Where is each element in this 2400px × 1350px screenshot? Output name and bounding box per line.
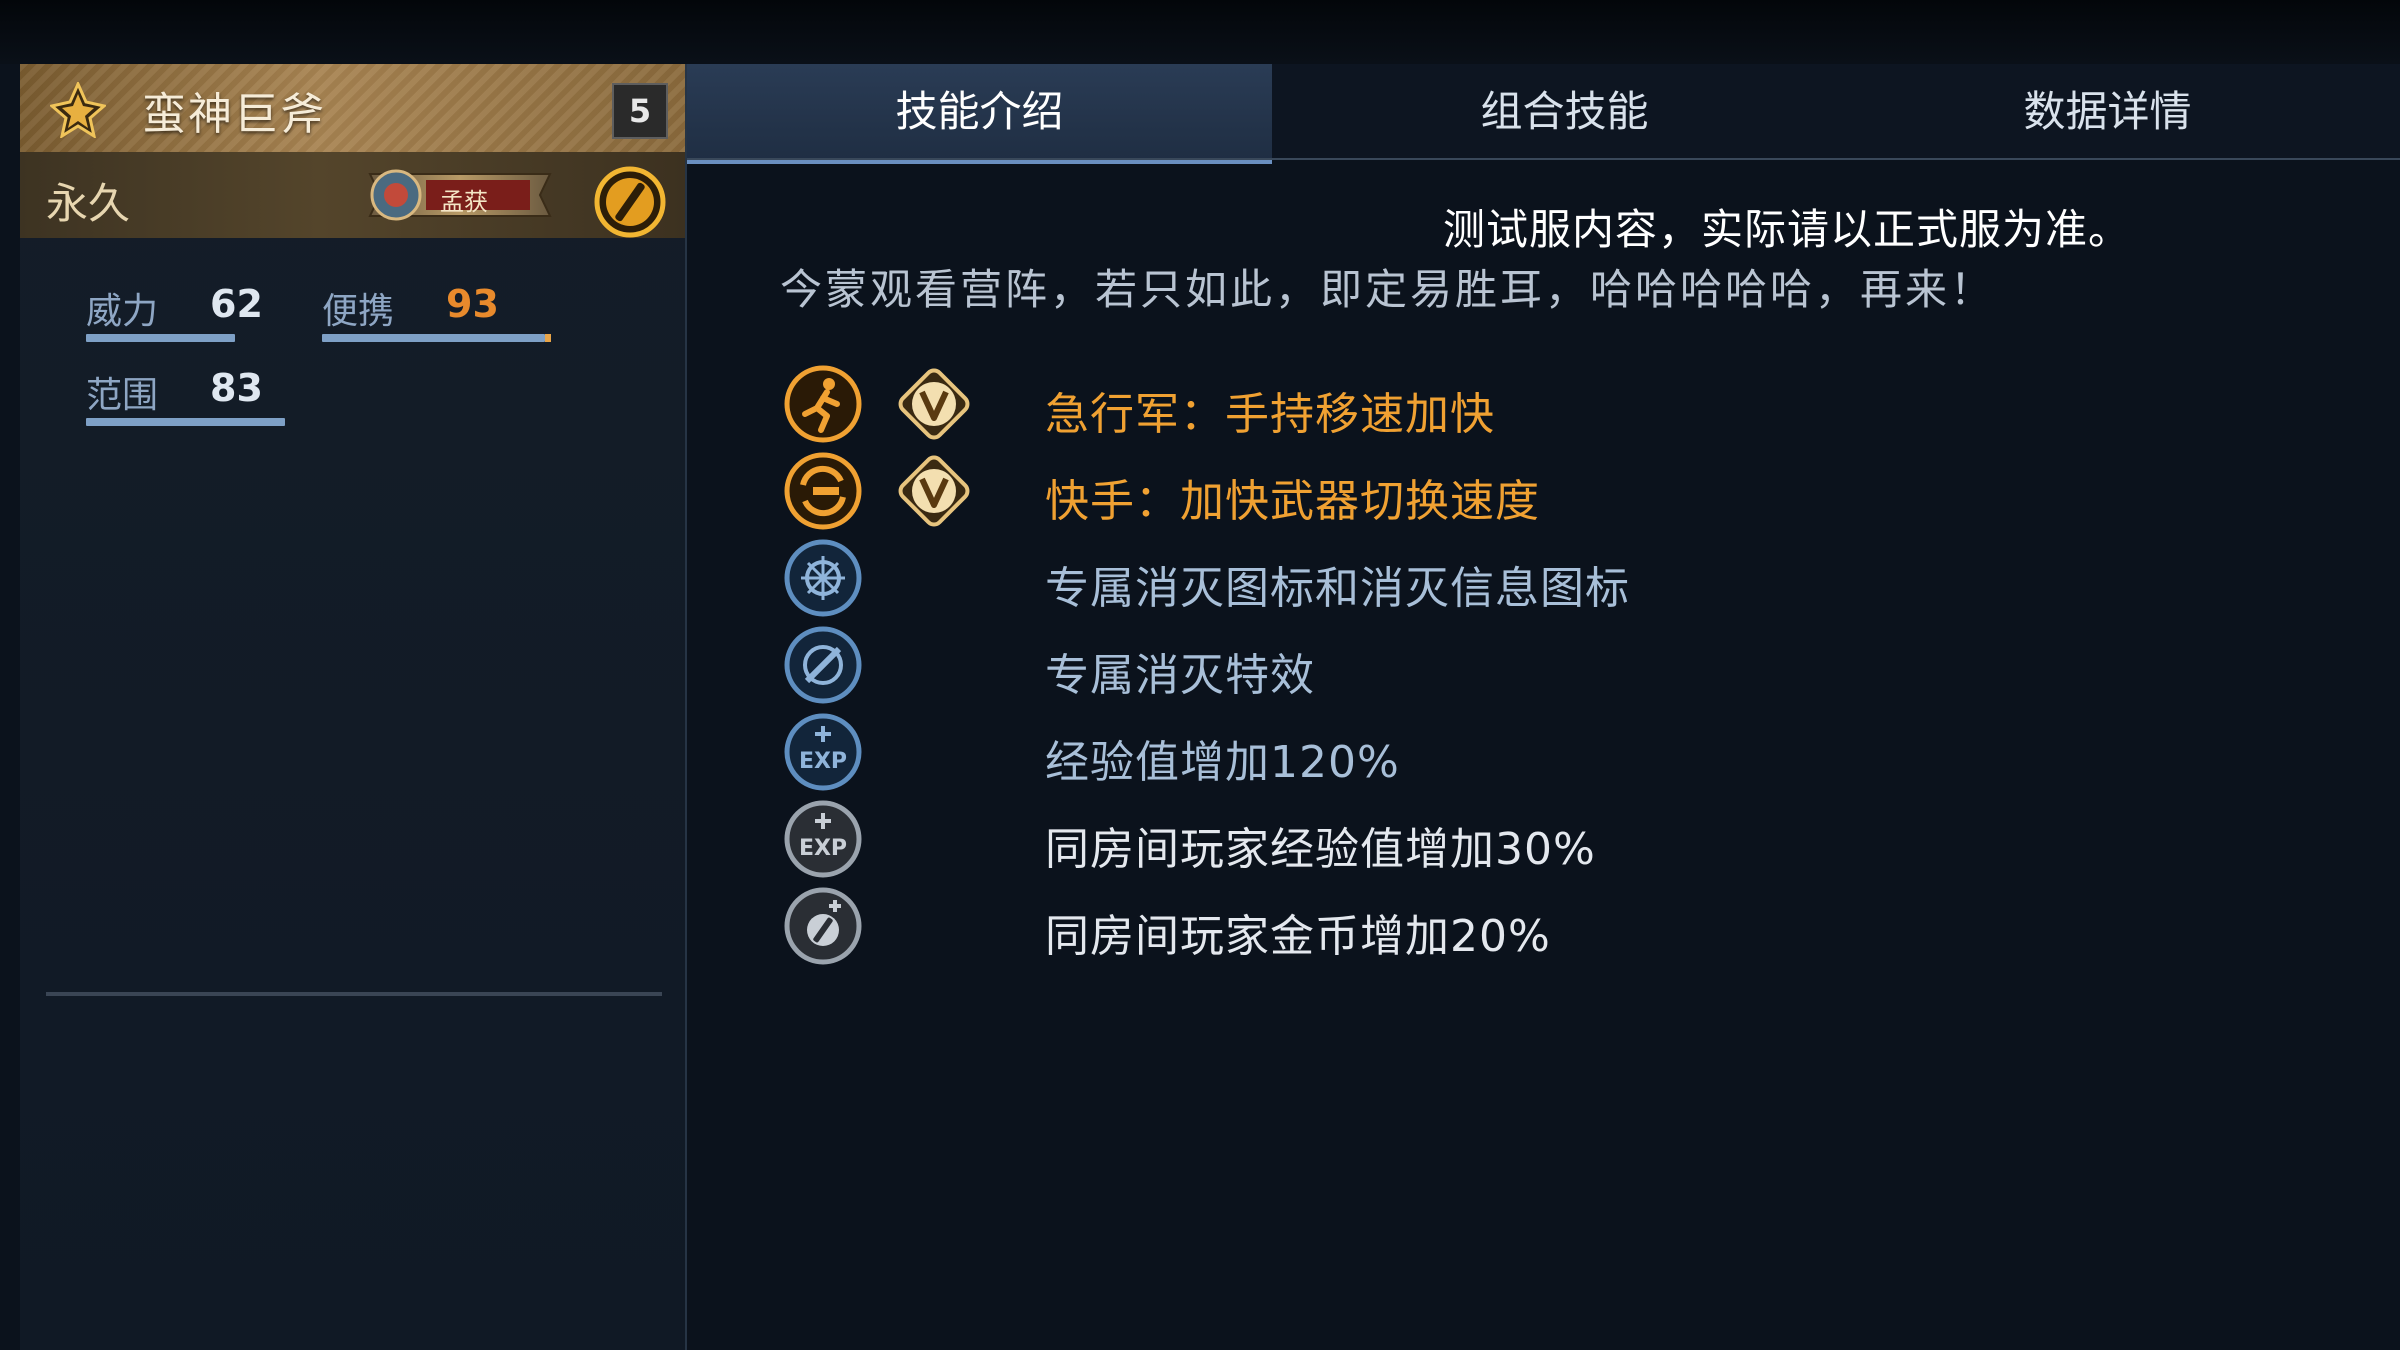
stat-bar xyxy=(322,334,551,342)
skill-description: 专属消灭图标和消灭信息图标 xyxy=(1045,563,1630,614)
top-bar xyxy=(0,0,2400,64)
tab-divider xyxy=(687,158,2400,160)
elimination-effect-icon xyxy=(784,626,862,704)
stat-bar xyxy=(86,334,235,342)
tab-combo-skills[interactable]: 组合技能 xyxy=(1272,64,1857,160)
tab-data-details[interactable]: 数据详情 xyxy=(1815,64,2400,160)
stat-bar xyxy=(86,418,285,426)
skill-row: EXP 经验值增加120% xyxy=(783,712,2183,792)
skill-row: 急行军：手持移速加快 xyxy=(783,364,2183,444)
gold-coin-icon xyxy=(594,166,666,238)
rank-emblem-icon xyxy=(50,82,106,138)
panel-divider xyxy=(46,992,662,996)
weapon-header: 蛮神巨斧 5 xyxy=(20,64,685,153)
skill-description: 同房间玩家经验值增加30% xyxy=(1045,824,1596,875)
elimination-icon xyxy=(784,539,862,617)
stat-value: 93 xyxy=(446,282,499,326)
stat-value: 62 xyxy=(210,282,263,326)
skill-row: 专属消灭图标和消灭信息图标 xyxy=(783,538,2183,618)
tab-bar: 技能介绍 组合技能 数据详情 xyxy=(687,64,2400,164)
skill-description: 专属消灭特效 xyxy=(1045,650,1315,701)
skill-description: 急行军：手持移速加快 xyxy=(1045,389,1495,440)
skill-row: EXP 同房间玩家经验值增加30% xyxy=(783,799,2183,879)
tab-skill-intro[interactable]: 技能介绍 xyxy=(687,64,1272,164)
svg-text:EXP: EXP xyxy=(799,749,847,774)
stat-value: 83 xyxy=(210,366,263,410)
svg-text:EXP: EXP xyxy=(799,836,847,861)
quick-hand-icon xyxy=(784,452,862,530)
weapon-name: 蛮神巨斧 xyxy=(142,89,326,140)
duration-label: 永久 xyxy=(46,179,131,228)
stat-label: 威力 xyxy=(86,291,159,332)
skill-description: 快手：加快武器切换速度 xyxy=(1045,476,1540,527)
stat-label: 范围 xyxy=(86,375,159,416)
skill-row: 专属消灭特效 xyxy=(783,625,2183,705)
skill-description: 经验值增加120% xyxy=(1045,737,1400,788)
skill-description: 同房间玩家金币增加20% xyxy=(1045,911,1551,962)
test-server-notice: 测试服内容，实际请以正式服为准。 xyxy=(1443,205,2132,254)
hero-badge-name: 孟获 xyxy=(440,188,488,216)
stat-label: 便携 xyxy=(322,291,395,332)
room-gold-icon xyxy=(784,887,862,965)
weapon-level-badge: 5 xyxy=(612,83,668,139)
v-badge-icon xyxy=(898,368,970,440)
weapon-info-panel: 蛮神巨斧 5 永久 孟获 威力 62 便携 93 范围 83 xyxy=(20,64,687,1350)
v-badge-icon xyxy=(898,455,970,527)
room-exp-icon: EXP xyxy=(784,800,862,878)
weapon-quote: 今蒙观看营阵，若只如此，即定易胜耳，哈哈哈哈哈，再来！ xyxy=(780,265,1996,314)
skill-row: 同房间玩家金币增加20% xyxy=(783,886,2183,966)
exp-plus-icon: EXP xyxy=(784,713,862,791)
stat-power: 威力 62 xyxy=(86,282,263,344)
stat-range: 范围 83 xyxy=(86,366,306,428)
duration-row: 永久 孟获 xyxy=(20,152,685,238)
running-man-icon xyxy=(784,365,862,443)
stat-portability: 便携 93 xyxy=(322,282,582,344)
skill-row: 快手：加快武器切换速度 xyxy=(783,451,2183,531)
